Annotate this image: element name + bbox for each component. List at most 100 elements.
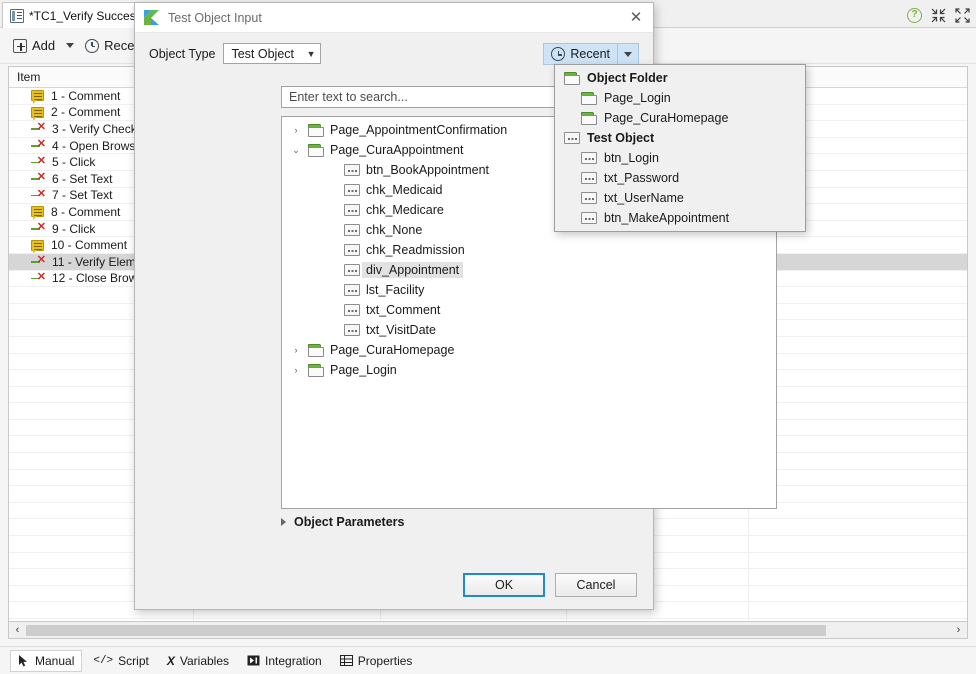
plus-icon [13, 38, 27, 53]
add-button[interactable]: Add [10, 36, 58, 55]
katalon-logo-icon [143, 9, 160, 26]
menu-group-header: Object Folder [555, 68, 805, 88]
comment-icon [31, 239, 44, 253]
tab-variables[interactable]: X Variables [160, 651, 236, 671]
horizontal-scrollbar[interactable]: ‹ › [8, 622, 968, 639]
table-cell [749, 553, 967, 569]
chevron-down-icon [624, 51, 632, 57]
help-circle-icon[interactable]: ? [907, 7, 922, 23]
test-object-icon [344, 264, 360, 276]
step-label: 3 - Verify Check [52, 121, 137, 136]
tab-integration[interactable]: Integration [240, 651, 329, 671]
tree-node[interactable]: txt_Comment [282, 300, 776, 320]
step-label: 2 - Comment [51, 105, 121, 120]
cancel-button[interactable]: Cancel [555, 573, 637, 597]
search-placeholder: Enter text to search... [289, 90, 408, 104]
scrollbar-thumb[interactable] [26, 624, 826, 636]
menu-item-label: txt_Password [604, 171, 680, 185]
table-cell [749, 436, 967, 452]
object-type-select[interactable]: Test Object ▼ [223, 43, 322, 64]
scroll-left-arrow-icon[interactable]: ‹ [9, 624, 26, 636]
menu-item[interactable]: txt_UserName [555, 188, 805, 208]
tree-node[interactable]: chk_Readmission [282, 240, 776, 260]
window-tools: ? [907, 4, 970, 26]
menu-group-header: Test Object [555, 128, 805, 148]
katalon-test-case-editor: *TC1_Verify Successful ? Add Recent Item… [0, 0, 976, 674]
test-object-icon [344, 324, 360, 336]
expand-arrows-icon[interactable] [955, 7, 970, 23]
tree-node-label: chk_Medicare [366, 203, 444, 217]
dialog-buttons: OK Cancel [463, 573, 637, 597]
comment-icon [31, 90, 44, 104]
tree-node[interactable]: › Page_Login [282, 360, 776, 380]
menu-item[interactable]: txt_Password [555, 168, 805, 188]
test-object-icon [344, 244, 360, 256]
test-object-icon [344, 184, 360, 196]
menu-item-label: txt_UserName [604, 191, 684, 205]
tree-node-label: chk_Readmission [366, 243, 465, 257]
test-object-icon [344, 304, 360, 316]
table-cell [749, 287, 967, 303]
disabled-icon [31, 188, 46, 201]
add-label: Add [32, 38, 56, 53]
table-cell [749, 271, 967, 287]
variable-icon: X [166, 653, 175, 668]
tree-node-label: btn_BookAppointment [366, 163, 490, 177]
disabled-icon [31, 121, 46, 134]
menu-item[interactable]: Page_Login [555, 88, 805, 108]
chevron-right-icon[interactable]: › [290, 345, 302, 355]
chevron-down-icon: ▼ [306, 48, 316, 59]
collapse-arrows-icon[interactable] [931, 8, 946, 23]
chevron-right-icon[interactable]: › [290, 125, 302, 135]
object-parameters-section[interactable]: Object Parameters [281, 515, 404, 529]
chevron-right-icon [281, 518, 286, 526]
folder-icon [308, 363, 324, 377]
folder-icon [581, 91, 597, 105]
disabled-icon [31, 155, 46, 168]
chevron-right-icon[interactable]: › [290, 365, 302, 375]
tree-node[interactable]: › Page_CuraHomepage [282, 340, 776, 360]
menu-item[interactable]: Page_CuraHomepage [555, 108, 805, 128]
tree-node-label: chk_None [366, 223, 423, 237]
cursor-icon [18, 654, 30, 667]
menu-item[interactable]: btn_MakeAppointment [555, 208, 805, 228]
test-object-icon [344, 224, 360, 236]
tree-node-label: txt_Comment [366, 303, 441, 317]
disabled-icon [31, 271, 46, 284]
dialog-titlebar: Test Object Input ✕ [135, 3, 653, 33]
disabled-icon [31, 221, 46, 234]
ok-button[interactable]: OK [463, 573, 545, 597]
table-cell [749, 387, 967, 403]
test-object-icon [344, 204, 360, 216]
tab-variables-label: Variables [179, 653, 230, 668]
table-cell [749, 569, 967, 585]
tab-properties-label: Properties [357, 653, 413, 668]
recent-split-chevron[interactable] [617, 44, 638, 64]
step-label: 7 - Set Text [52, 188, 113, 203]
tab-script-label: Script [118, 653, 149, 668]
recent-dropdown-button[interactable]: Recent [543, 43, 639, 65]
scroll-right-arrow-icon[interactable]: › [950, 624, 967, 636]
chevron-down-icon[interactable]: ⌄ [290, 145, 302, 156]
tree-node[interactable]: txt_VisitDate [282, 320, 776, 340]
test-object-icon [581, 212, 597, 224]
clock-icon [551, 47, 566, 61]
tab-script[interactable]: </> Script [86, 651, 156, 671]
object-type-value: Test Object [231, 46, 295, 61]
tree-node[interactable]: div_Appointment [282, 260, 776, 280]
recent-items-menu[interactable]: Object Folder Page_Login Page_CuraHomepage… [554, 64, 806, 232]
tab-properties[interactable]: Properties [333, 651, 420, 671]
object-parameters-label: Object Parameters [294, 515, 405, 529]
chevron-down-icon[interactable] [66, 43, 75, 48]
menu-item[interactable]: btn_Login [555, 148, 805, 168]
folder-icon [308, 143, 324, 157]
tab-manual[interactable]: Manual [10, 649, 83, 672]
dialog-title: Test Object Input [168, 10, 262, 25]
close-icon[interactable]: ✕ [625, 8, 647, 28]
menu-item-label: btn_Login [604, 151, 659, 165]
grid-icon [339, 655, 353, 666]
tree-node[interactable]: lst_Facility [282, 280, 776, 300]
tree-node-label: lst_Facility [366, 283, 425, 297]
step-label: 8 - Comment [51, 204, 121, 219]
table-cell [749, 519, 967, 535]
